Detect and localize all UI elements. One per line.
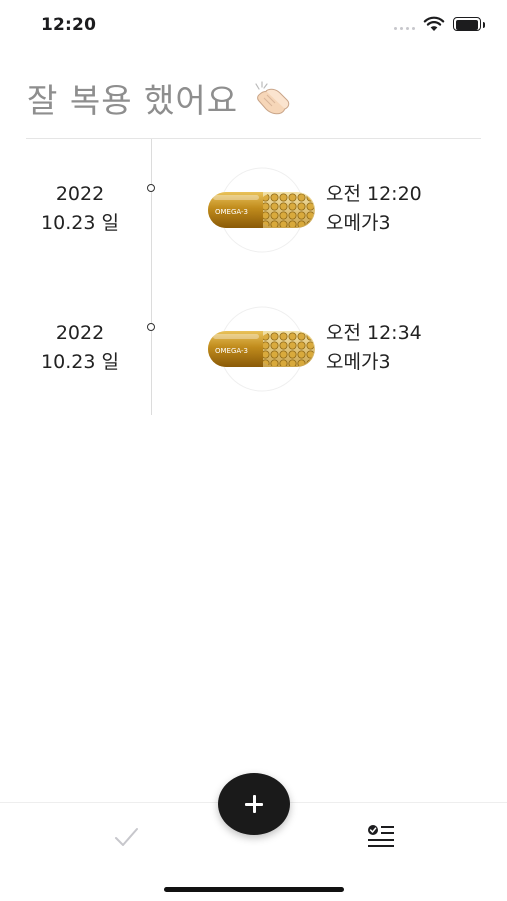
omega3-capsule-image: OMEGA-3 — [208, 306, 315, 392]
intake-time: 오전 12:34 — [326, 322, 422, 344]
date-day: 10.23 일 — [41, 212, 119, 234]
supplement-name: 오메가3 — [326, 212, 391, 234]
history-item[interactable]: 2022 10.23 일 OMEGA-3 오전 12:34 오메가3 — [0, 306, 507, 417]
add-button[interactable] — [218, 773, 290, 835]
page-title-text: 잘 복용 했어요 — [27, 81, 239, 120]
checkmark-icon[interactable] — [112, 823, 140, 851]
wifi-icon — [423, 16, 445, 31]
status-icons — [394, 16, 485, 32]
intake-time: 오전 12:20 — [326, 183, 422, 205]
timeline-dot — [147, 184, 155, 192]
date-year: 2022 — [55, 322, 105, 344]
status-time: 12:20 — [41, 15, 97, 35]
date-year: 2022 — [55, 183, 105, 205]
home-indicator — [164, 887, 344, 892]
timeline-dot — [147, 323, 155, 331]
capsule-label: OMEGA-3 — [215, 208, 248, 216]
omega3-capsule-image: OMEGA-3 — [208, 167, 315, 253]
cellular-signal-icon — [394, 18, 415, 30]
history-item[interactable]: 2022 10.23 일 OMEGA-3 오전 12:20 오메가3 — [0, 167, 507, 278]
battery-icon — [453, 17, 485, 31]
plus-icon — [245, 795, 263, 813]
title-divider — [26, 138, 481, 139]
info-column: 오전 12:34 오메가3 — [326, 319, 422, 377]
status-bar: 12:20 — [0, 0, 507, 52]
date-day: 10.23 일 — [41, 351, 119, 373]
page-title: 잘 복용 했어요 — [27, 74, 292, 122]
clapping-hands-icon — [255, 81, 290, 115]
checklist-icon[interactable] — [366, 822, 396, 850]
date-column: 2022 10.23 일 — [30, 319, 130, 377]
info-column: 오전 12:20 오메가3 — [326, 180, 422, 238]
supplement-name: 오메가3 — [326, 351, 391, 373]
capsule-label: OMEGA-3 — [215, 347, 248, 355]
date-column: 2022 10.23 일 — [30, 180, 130, 238]
